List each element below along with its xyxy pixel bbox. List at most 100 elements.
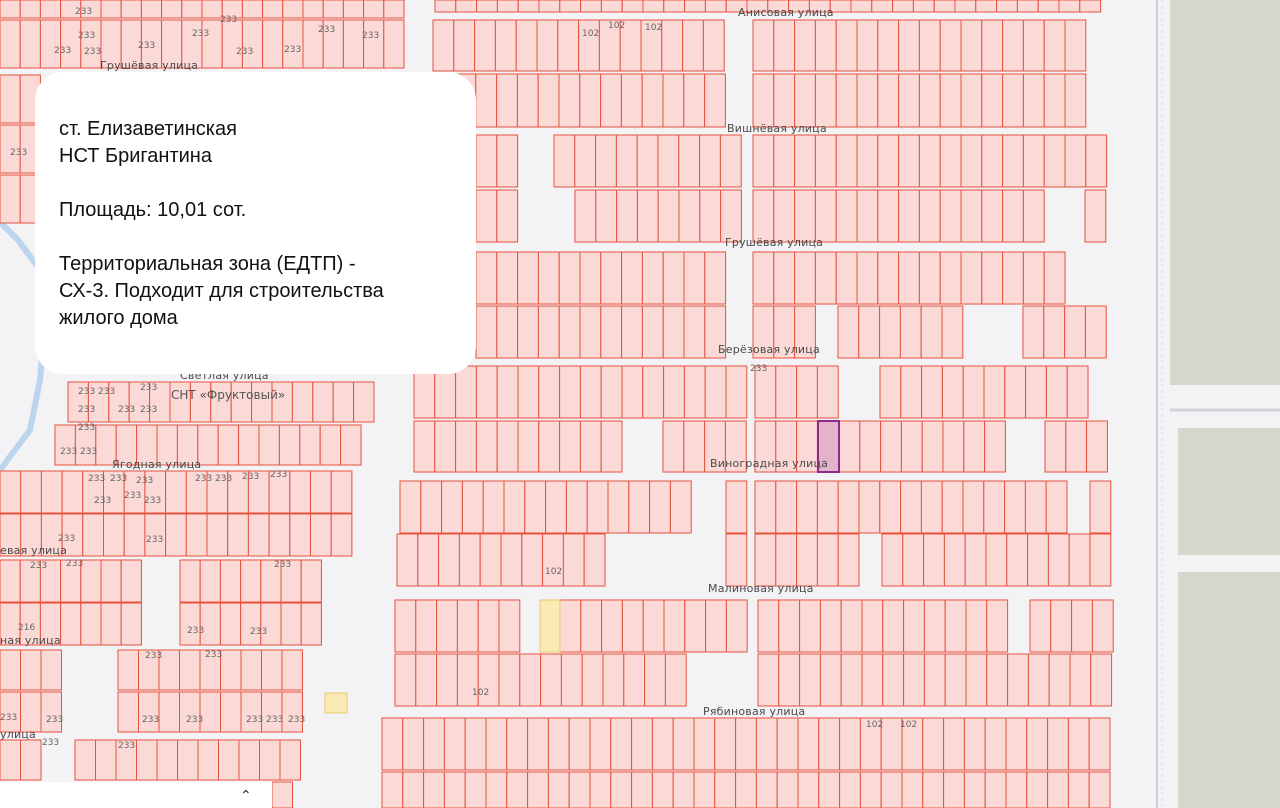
parcel[interactable]	[238, 739, 260, 781]
parcel[interactable]	[434, 0, 457, 13]
parcel[interactable]	[332, 381, 355, 423]
parcel[interactable]	[394, 653, 417, 707]
parcel[interactable]	[1043, 251, 1066, 305]
parcel[interactable]	[981, 73, 1004, 128]
parcel[interactable]	[1002, 189, 1024, 243]
parcel[interactable]	[601, 599, 623, 653]
parcel[interactable]	[553, 134, 576, 188]
parcel[interactable]	[856, 251, 879, 305]
parcel[interactable]	[981, 189, 1004, 243]
parcel[interactable]	[752, 19, 775, 72]
parcel[interactable]	[0, 19, 21, 69]
parcel[interactable]	[434, 420, 457, 473]
parcel[interactable]	[545, 480, 567, 534]
parcel[interactable]	[1024, 480, 1047, 534]
parcel[interactable]	[503, 480, 526, 534]
parcel[interactable]	[983, 365, 1006, 419]
parcel[interactable]	[799, 599, 821, 653]
parcel[interactable]	[920, 305, 943, 359]
parcel[interactable]	[540, 653, 562, 707]
parcel[interactable]	[939, 251, 962, 305]
parcel[interactable]	[939, 73, 962, 128]
parcel[interactable]	[20, 739, 42, 781]
parcel[interactable]	[796, 365, 818, 419]
parcel[interactable]	[856, 19, 879, 72]
parcel[interactable]	[720, 189, 742, 243]
parcel[interactable]	[984, 771, 1007, 808]
parcel[interactable]	[19, 19, 41, 69]
parcel[interactable]	[396, 533, 419, 587]
parcel[interactable]	[40, 470, 63, 514]
parcel[interactable]	[458, 533, 481, 587]
parcel[interactable]	[363, 0, 385, 19]
parcel[interactable]	[515, 19, 538, 72]
parcel[interactable]	[775, 533, 798, 587]
parcel[interactable]	[39, 19, 62, 69]
parcel[interactable]	[227, 513, 249, 557]
parcel[interactable]	[814, 19, 837, 72]
parcel[interactable]	[944, 653, 967, 707]
parcel[interactable]	[279, 739, 301, 781]
parcel[interactable]	[261, 649, 283, 691]
parcel[interactable]	[474, 19, 496, 72]
parcel[interactable]	[494, 19, 517, 72]
parcel[interactable]	[441, 480, 463, 534]
parcel[interactable]	[797, 717, 820, 771]
parcel[interactable]	[0, 470, 22, 514]
parcel[interactable]	[537, 73, 560, 128]
parcel[interactable]	[662, 305, 685, 359]
parcel[interactable]	[1084, 189, 1107, 243]
parcel[interactable]	[456, 599, 479, 653]
parcel[interactable]	[693, 717, 716, 771]
parcel[interactable]	[964, 533, 987, 587]
parcel[interactable]	[117, 691, 139, 733]
parcel[interactable]	[1067, 717, 1090, 771]
parcel[interactable]	[581, 653, 604, 707]
parcel[interactable]	[877, 134, 900, 188]
parcel[interactable]	[752, 189, 775, 243]
parcel[interactable]	[704, 0, 727, 13]
parcel[interactable]	[683, 365, 706, 419]
parcel[interactable]	[794, 73, 816, 128]
parcel[interactable]	[985, 533, 1008, 587]
parcel[interactable]	[684, 0, 706, 13]
parcel[interactable]	[775, 365, 798, 419]
parcel[interactable]	[856, 134, 879, 188]
parcel[interactable]	[436, 653, 458, 707]
parcel[interactable]	[423, 771, 445, 808]
parcel[interactable]	[1025, 365, 1047, 419]
parcel[interactable]	[1016, 0, 1039, 13]
parcel[interactable]	[962, 365, 985, 419]
parcel[interactable]	[281, 649, 303, 691]
parcel[interactable]	[799, 653, 821, 707]
parcel[interactable]	[1007, 653, 1029, 707]
parcel[interactable]	[901, 771, 924, 808]
parcel[interactable]	[641, 73, 664, 128]
parcel[interactable]	[773, 189, 796, 243]
parcel[interactable]	[672, 717, 695, 771]
parcel[interactable]	[20, 649, 42, 691]
parcel[interactable]	[752, 134, 775, 188]
parcel[interactable]	[517, 365, 540, 419]
parcel[interactable]	[20, 691, 42, 733]
parcel[interactable]	[859, 420, 882, 473]
parcel[interactable]	[797, 771, 820, 808]
parcel[interactable]	[1047, 717, 1069, 771]
parcel[interactable]	[330, 513, 353, 557]
parcel[interactable]	[181, 0, 203, 19]
parcel[interactable]	[100, 602, 122, 646]
parcel[interactable]	[517, 251, 539, 305]
parcel[interactable]	[942, 420, 965, 473]
parcel[interactable]	[719, 134, 742, 188]
parcel[interactable]	[631, 717, 653, 771]
parcel[interactable]	[240, 691, 262, 733]
parcel[interactable]	[1043, 73, 1066, 128]
parcel[interactable]	[752, 251, 775, 305]
parcel[interactable]	[794, 19, 816, 72]
parcel[interactable]	[610, 717, 633, 771]
parcel[interactable]	[506, 771, 529, 808]
parcel[interactable]	[818, 771, 841, 808]
parcel[interactable]	[840, 599, 863, 653]
parcel[interactable]	[537, 305, 560, 359]
parcel[interactable]	[877, 19, 900, 72]
